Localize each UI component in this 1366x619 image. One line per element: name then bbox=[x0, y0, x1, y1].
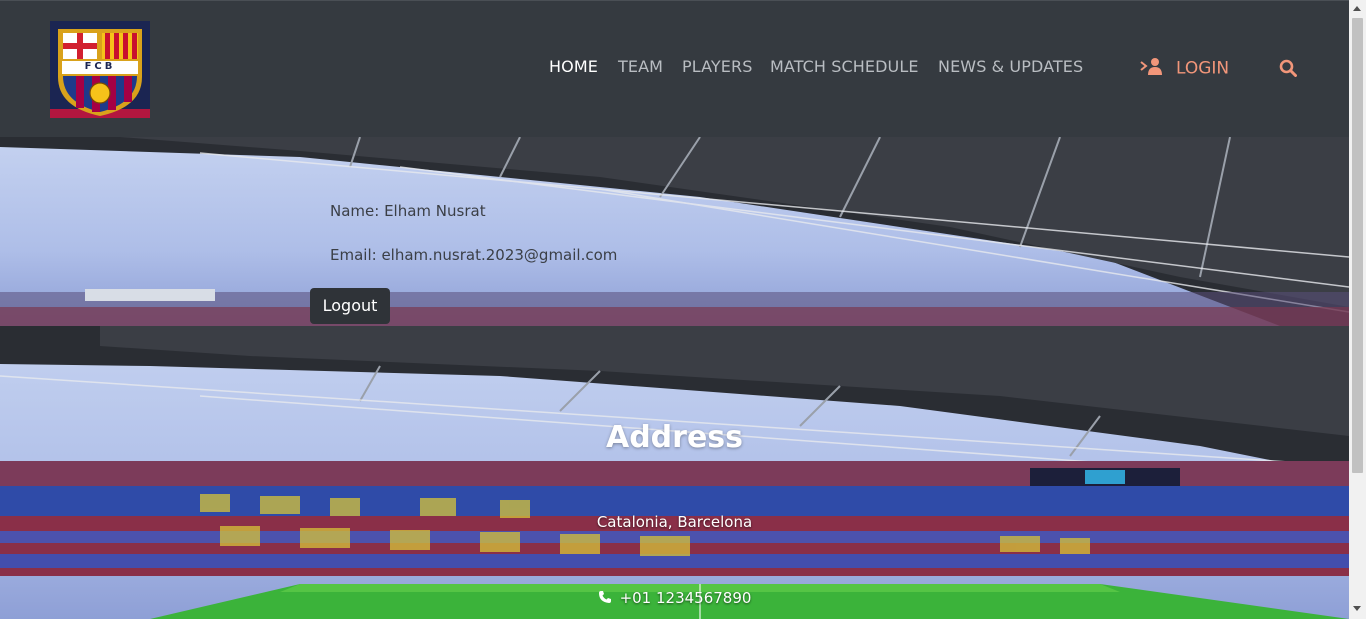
logout-button[interactable]: Logout bbox=[310, 288, 390, 324]
address-section bbox=[0, 326, 1349, 619]
phone-number: +01 1234567890 bbox=[619, 589, 752, 607]
login-link[interactable]: LOGIN bbox=[1140, 57, 1229, 80]
nav-team[interactable]: TEAM bbox=[618, 57, 663, 76]
user-login-icon bbox=[1140, 57, 1164, 80]
fcb-logo[interactable]: FCB bbox=[50, 21, 150, 118]
profile-email: Email: elham.nusrat.2023@gmail.com bbox=[330, 246, 618, 264]
profile-name: Name: Elham Nusrat bbox=[330, 202, 486, 220]
site-header: FCB HOME TEAM PLAYERS MATCH SCHEDULE NEW… bbox=[0, 0, 1349, 137]
phone-icon bbox=[598, 590, 612, 608]
scrollbar-thumb[interactable] bbox=[1352, 18, 1363, 473]
nav-match-schedule[interactable]: MATCH SCHEDULE bbox=[770, 57, 919, 76]
profile-section: Name: Elham Nusrat Email: elham.nusrat.2… bbox=[0, 137, 1349, 326]
scroll-up-icon[interactable] bbox=[1353, 6, 1361, 11]
nav-news-updates[interactable]: NEWS & UPDATES bbox=[938, 57, 1083, 76]
page-scrollbar[interactable] bbox=[1349, 0, 1366, 619]
scroll-down-icon[interactable] bbox=[1353, 606, 1361, 611]
login-label: LOGIN bbox=[1176, 58, 1230, 79]
logo-text: FCB bbox=[84, 61, 116, 72]
phone-line: +01 1234567890 bbox=[0, 589, 1349, 608]
search-icon[interactable] bbox=[1279, 59, 1297, 81]
stadium-roof-image bbox=[0, 137, 1349, 326]
stadium-image bbox=[0, 326, 1349, 619]
address-text: Catalonia, Barcelona bbox=[596, 513, 753, 531]
nav-players[interactable]: PLAYERS bbox=[682, 57, 753, 76]
nav-home[interactable]: HOME bbox=[549, 57, 598, 76]
address-title: Address bbox=[605, 420, 744, 455]
